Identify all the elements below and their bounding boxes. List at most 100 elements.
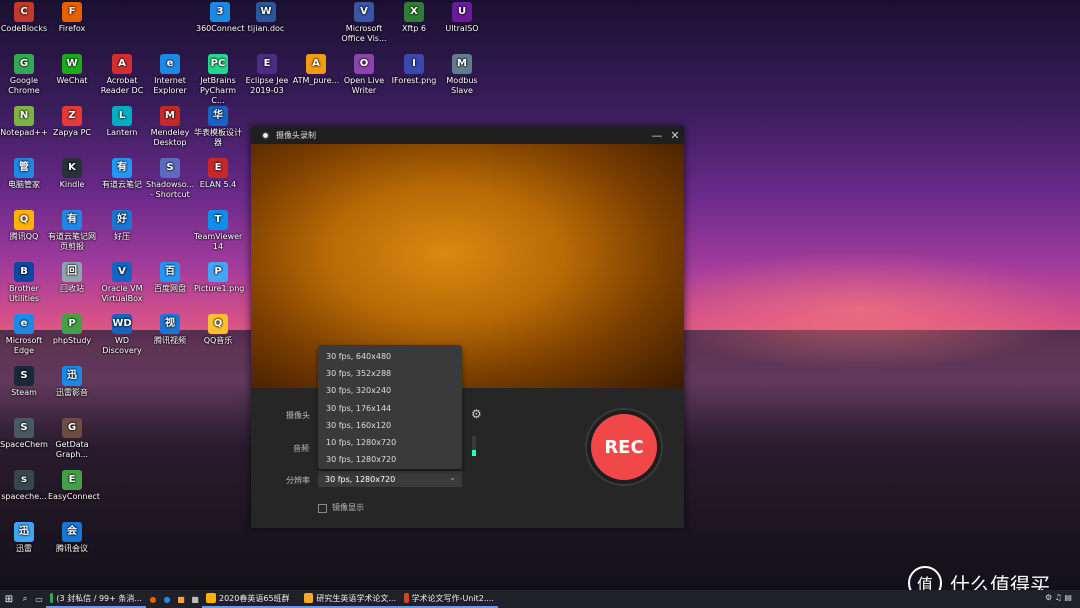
app-icon: S [14, 366, 34, 386]
resolution-option[interactable]: 30 fps, 352x288 [318, 365, 462, 382]
firefox-icon[interactable]: ● [146, 590, 160, 608]
resolution-option[interactable]: 30 fps, 640x480 [318, 348, 462, 365]
resolution-option[interactable]: 30 fps, 1280x720 [318, 451, 462, 468]
desktop-icon[interactable]: 管电脑管家 [0, 158, 48, 190]
desktop-icon[interactable]: 迅迅雷影音 [48, 366, 96, 398]
close-button[interactable]: ✕ [666, 129, 684, 142]
app-icon: Z [62, 106, 82, 126]
desktop-icon[interactable]: V Microsoft Office Vis... [340, 2, 388, 44]
taskbar-item-qq-group[interactable]: 2020春英语65班群 [202, 590, 300, 608]
desktop-icon[interactable]: P Picture1.png [194, 262, 244, 294]
explorer-icon[interactable]: ■ [174, 590, 188, 608]
desktop-icon[interactable]: 百百度网盘 [146, 262, 194, 294]
desktop-icon[interactable]: e Microsoft Edge [0, 314, 48, 356]
task-view-icon[interactable]: ▭ [32, 590, 46, 608]
desktop-icon[interactable]: PC JetBrains PyCharm C... [194, 54, 242, 106]
desktop-icon-label: Xftp 6 [401, 24, 426, 33]
desktop-icon[interactable]: 视腾讯视频 [146, 314, 194, 346]
resolution-option[interactable]: 10 fps, 1280x720 [318, 434, 462, 451]
desktop-icon[interactable]: G Google Chrome [0, 54, 48, 96]
taskbar-item-ppt[interactable]: 学术论文写作-Unit2.... [400, 590, 498, 608]
desktop-icon[interactable]: E Eclipse Jee 2019-03 [243, 54, 291, 96]
desktop-icon-label: JetBrains PyCharm C... [199, 76, 237, 105]
desktop-icon-label: QQ音乐 [203, 336, 233, 345]
desktop-icon[interactable]: Q 腾讯QQ [0, 210, 48, 242]
title-bar[interactable]: 摄像头录制 — ✕ [251, 126, 684, 144]
desktop-icon[interactable]: M Modbus Slave [438, 54, 486, 96]
desktop-icon-label: Shadowso... - Shortcut [146, 180, 195, 199]
desktop-icon[interactable]: I IForest.png [390, 54, 438, 86]
app-icon: E [62, 470, 82, 490]
desktop-icon-label: Firefox [58, 24, 86, 33]
desktop-icon[interactable]: S SpaceChem [0, 418, 48, 450]
desktop-icon[interactable]: M Mendeley Desktop [146, 106, 194, 148]
desktop-icon-label: spaceche... [1, 492, 47, 501]
resolution-option[interactable]: 30 fps, 176x144 [318, 400, 462, 417]
desktop-icon[interactable]: X Xftp 6 [390, 2, 438, 34]
desktop-icon-label: WD Discovery [102, 336, 142, 355]
resolution-select[interactable]: 30 fps, 1280x720 ⌄ [318, 471, 462, 487]
desktop-icon[interactable]: S Steam [0, 366, 48, 398]
system-tray[interactable]: ⚙ ♫ ▤ [1045, 593, 1072, 602]
gear-icon[interactable]: ⚙ [471, 408, 483, 420]
desktop-icon[interactable]: PphpStudy [48, 314, 96, 346]
desktop-icon[interactable]: 好好压 [98, 210, 146, 242]
desktop-icon[interactable]: N Notepad++ [0, 106, 48, 138]
minimize-button[interactable]: — [648, 129, 666, 142]
app-icon: 有 [62, 210, 82, 230]
search-icon[interactable]: ⌕ [18, 590, 32, 608]
desktop-icon[interactable]: L Lantern [98, 106, 146, 138]
folder-icon [304, 593, 314, 603]
desktop-icon-label: 好压 [114, 232, 130, 241]
desktop-icon[interactable]: 有有道云笔记 [98, 158, 146, 190]
desktop-icon[interactable]: 华华表模板设计器 [194, 106, 242, 148]
desktop-icon-label: 腾讯QQ [9, 232, 39, 241]
desktop-icon[interactable]: 迅迅雷 [0, 522, 48, 554]
desktop-icon[interactable]: A ATM_pure... [292, 54, 340, 86]
desktop-icon[interactable]: Z Zapya PC [48, 106, 96, 138]
desktop-icon[interactable]: 会腾讯会议 [48, 522, 96, 554]
desktop-icon-label: 百度网盘 [154, 284, 186, 293]
resolution-value: 30 fps, 1280x720 [325, 474, 396, 484]
desktop-icon[interactable]: T TeamViewer 14 [194, 210, 242, 252]
desktop-icon-label: IForest.png [391, 76, 437, 85]
desktop-icon[interactable]: K Kindle [48, 158, 96, 190]
desktop-icon[interactable]: A Acrobat Reader DC [98, 54, 146, 96]
desktop-icon-label: TeamViewer 14 [194, 232, 243, 251]
resolution-option[interactable]: 30 fps, 320x240 [318, 382, 462, 399]
desktop-icon[interactable]: O Open Live Writer [340, 54, 388, 96]
desktop-icon[interactable]: F Firefox [48, 2, 96, 34]
desktop-icon[interactable]: E EasyConnect [48, 470, 100, 502]
app-icon: W [62, 54, 82, 74]
desktop-icon[interactable]: S Shadowso... - Shortcut [146, 158, 194, 200]
app-icon: N [14, 106, 34, 126]
mirror-checkbox[interactable] [318, 504, 327, 513]
desktop-icon[interactable]: 有有道云笔记网页剪报 [48, 210, 96, 252]
pinned-app-icon[interactable]: ■ [188, 590, 202, 608]
desktop-icon[interactable]: E ELAN 5.4 [194, 158, 242, 190]
desktop-icon[interactable]: B Brother Utilities [0, 262, 48, 304]
desktop-icon[interactable]: 3 360Connect [196, 2, 244, 34]
desktop-icon[interactable]: Wtijian.doc [242, 2, 290, 34]
edge-icon[interactable]: ● [160, 590, 174, 608]
taskbar-item-browser[interactable]: (3 封私信 / 99+ 条消... [46, 590, 146, 608]
desktop-icon[interactable]: C CodeBlocks [0, 2, 48, 34]
desktop-icon[interactable]: 回回收站 [48, 262, 96, 294]
taskbar-item-label: 2020春英语65班群 [219, 593, 290, 603]
desktop-icon[interactable]: e Internet Explorer [146, 54, 194, 96]
desktop-icon-label: ATM_pure... [292, 76, 340, 85]
desktop-icon[interactable]: WD WD Discovery [98, 314, 146, 356]
desktop-icon[interactable]: s spaceche... [0, 470, 48, 502]
desktop-icon[interactable]: V Oracle VM VirtualBox [98, 262, 146, 304]
desktop-icon[interactable]: Q QQ音乐 [194, 314, 242, 346]
start-button[interactable]: ⊞ [0, 590, 18, 608]
desktop-icon[interactable]: W WeChat [48, 54, 96, 86]
desktop-icon[interactable]: G GetData Graph... [48, 418, 96, 460]
rec-button[interactable]: REC [591, 414, 657, 480]
powerpoint-icon [404, 593, 409, 603]
taskbar-item-folder[interactable]: 研究生英语学术论文... [300, 590, 400, 608]
app-icon: 华 [208, 106, 228, 126]
desktop-icon[interactable]: U UltraISO [438, 2, 486, 34]
resolution-option[interactable]: 30 fps, 160x120 [318, 417, 462, 434]
app-icon: PC [208, 54, 228, 74]
